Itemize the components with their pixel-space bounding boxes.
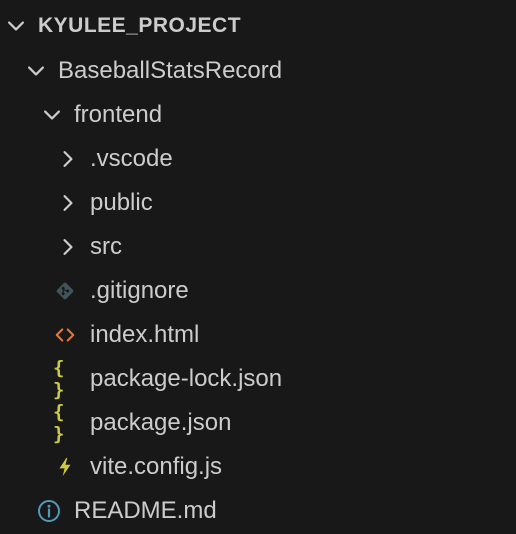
git-icon xyxy=(53,279,77,303)
tree-file-package-lock-json[interactable]: { } package-lock.json xyxy=(0,357,516,401)
tree-item-label: .gitignore xyxy=(90,277,189,304)
tree-item-label: .vscode xyxy=(90,145,173,172)
chevron-down-icon xyxy=(4,14,28,38)
chevron-down-icon xyxy=(24,59,48,83)
tree-item-label: index.html xyxy=(90,321,200,348)
tree-folder-frontend[interactable]: frontend xyxy=(0,93,516,137)
tree-item-label: package.json xyxy=(90,409,232,436)
json-braces-icon: { } xyxy=(53,401,64,445)
json-braces-icon: { } xyxy=(53,357,64,401)
chevron-down-icon xyxy=(40,103,64,127)
tree-file-package-json[interactable]: { } package.json xyxy=(0,401,516,445)
tree-item-label: package-lock.json xyxy=(90,365,283,392)
tree-file-gitignore[interactable]: .gitignore xyxy=(0,269,516,313)
chevron-right-icon xyxy=(56,147,80,171)
workspace-title: KYULEE_PROJECT xyxy=(38,14,242,37)
tree-item-label: vite.config.js xyxy=(90,453,223,480)
tree-item-label: BaseballStatsRecord xyxy=(58,57,283,84)
chevron-right-icon xyxy=(56,235,80,259)
explorer-section-header[interactable]: KYULEE_PROJECT xyxy=(0,4,516,48)
chevron-right-icon xyxy=(56,191,80,215)
info-icon xyxy=(37,499,61,523)
tree-item-label: src xyxy=(90,233,122,260)
tree-item-label: README.md xyxy=(74,497,217,524)
tree-folder-public[interactable]: public xyxy=(0,181,516,225)
tree-folder-vscode[interactable]: .vscode xyxy=(0,137,516,181)
tree-file-readme-md[interactable]: README.md xyxy=(0,489,516,533)
tree-item-label: public xyxy=(90,189,153,216)
tree-file-vite-config-js[interactable]: vite.config.js xyxy=(0,445,516,489)
file-explorer: KYULEE_PROJECT BaseballStatsRecord front… xyxy=(0,0,516,534)
tree-file-index-html[interactable]: index.html xyxy=(0,313,516,357)
tree-folder-src[interactable]: src xyxy=(0,225,516,269)
vite-bolt-icon xyxy=(53,455,77,479)
tree-item-label: frontend xyxy=(74,101,163,128)
html-icon xyxy=(53,323,77,347)
tree-folder-baseballstatsrecord[interactable]: BaseballStatsRecord xyxy=(0,49,516,93)
